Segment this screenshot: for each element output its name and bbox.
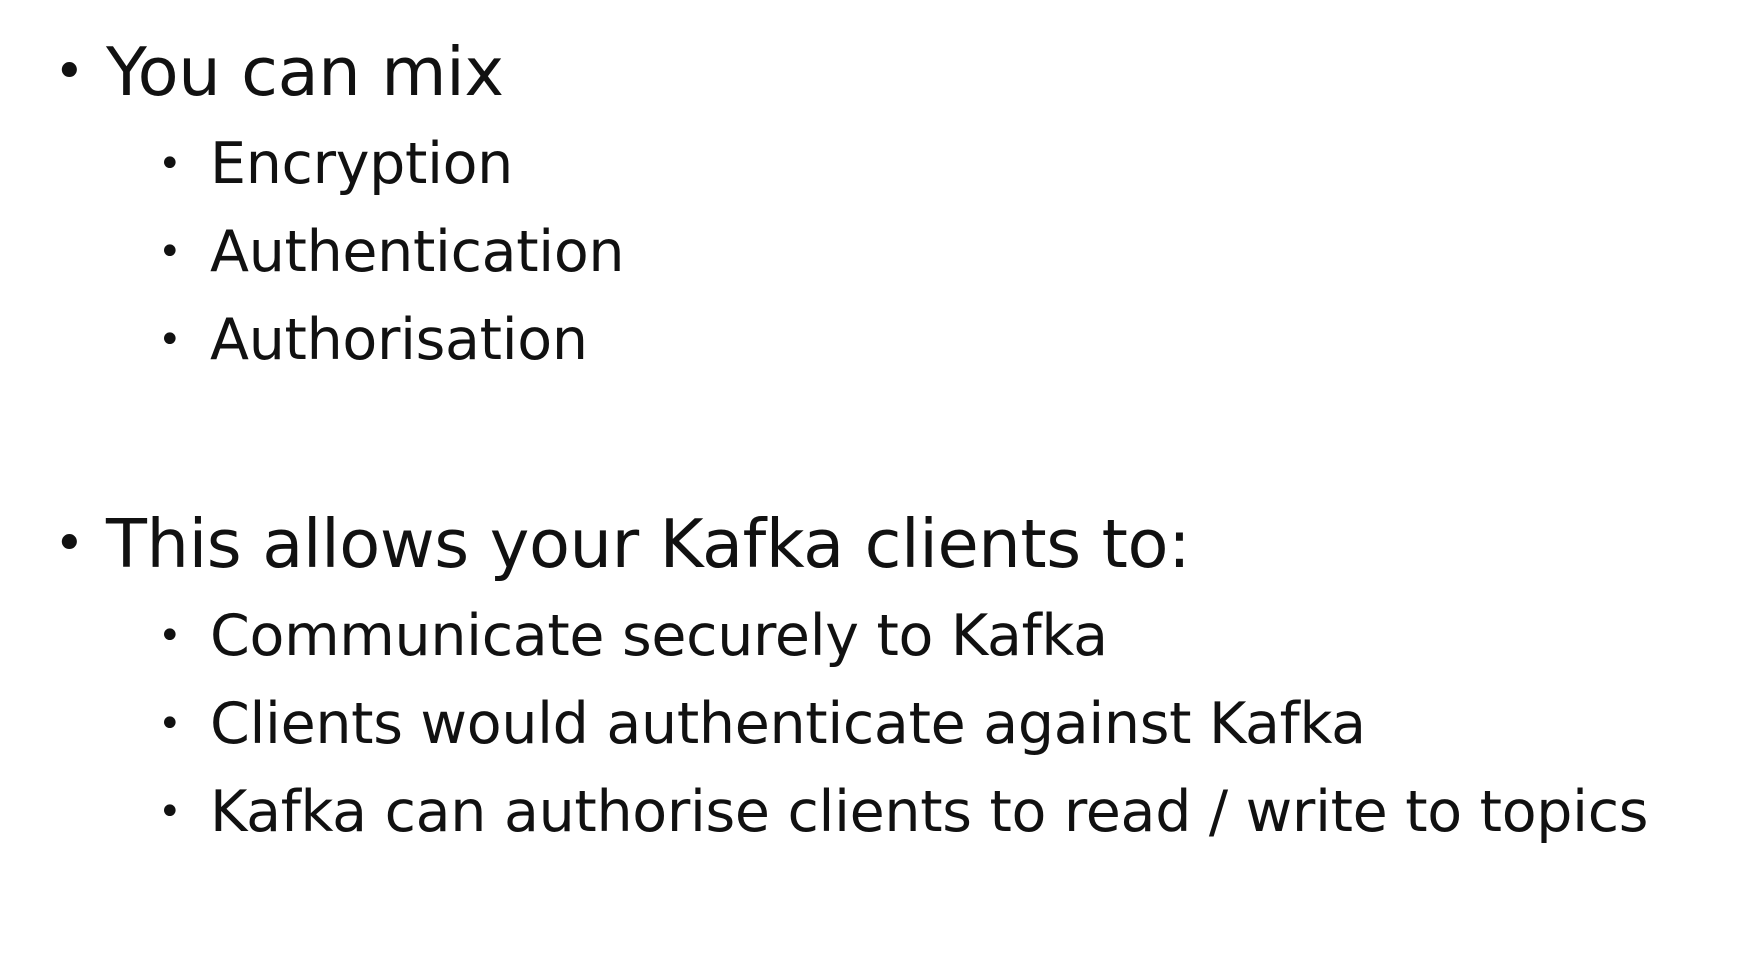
sub-bullet-text: Authorisation xyxy=(210,307,588,373)
sub-bullet-item: • Communicate securely to Kafka xyxy=(0,592,1748,680)
sub-bullet-list: • Encryption • Authentication • Authoris… xyxy=(0,120,1748,384)
sub-bullet-icon: • xyxy=(158,789,182,835)
heading-text: This allows your Kafka clients to: xyxy=(106,505,1191,583)
sub-bullet-text: Encryption xyxy=(210,131,514,197)
sub-bullet-text: Authentication xyxy=(210,219,625,285)
bullet-group-mix: • You can mix • Encryption • Authenticat… xyxy=(0,30,1748,384)
bullet-icon: • xyxy=(54,42,85,102)
bullet-icon: • xyxy=(54,514,85,574)
sub-bullet-item: • Encryption xyxy=(0,120,1748,208)
bullet-group-clients: • This allows your Kafka clients to: • C… xyxy=(0,502,1748,856)
sub-bullet-icon: • xyxy=(158,229,182,275)
bullet-heading: • This allows your Kafka clients to: xyxy=(0,502,1748,586)
sub-bullet-item: • Kafka can authorise clients to read / … xyxy=(0,768,1748,856)
sub-bullet-item: • Authentication xyxy=(0,208,1748,296)
sub-bullet-text: Kafka can authorise clients to read / wr… xyxy=(210,779,1649,845)
sub-bullet-icon: • xyxy=(158,141,182,187)
sub-bullet-text: Clients would authenticate against Kafka xyxy=(210,691,1366,757)
sub-bullet-list: • Communicate securely to Kafka • Client… xyxy=(0,592,1748,856)
sub-bullet-item: • Authorisation xyxy=(0,296,1748,384)
bullet-heading: • You can mix xyxy=(0,30,1748,114)
sub-bullet-item: • Clients would authenticate against Kaf… xyxy=(0,680,1748,768)
sub-bullet-icon: • xyxy=(158,701,182,747)
slide: • You can mix • Encryption • Authenticat… xyxy=(0,0,1748,960)
sub-bullet-text: Communicate securely to Kafka xyxy=(210,603,1108,669)
sub-bullet-icon: • xyxy=(158,613,182,659)
heading-text: You can mix xyxy=(106,33,504,111)
sub-bullet-icon: • xyxy=(158,317,182,363)
